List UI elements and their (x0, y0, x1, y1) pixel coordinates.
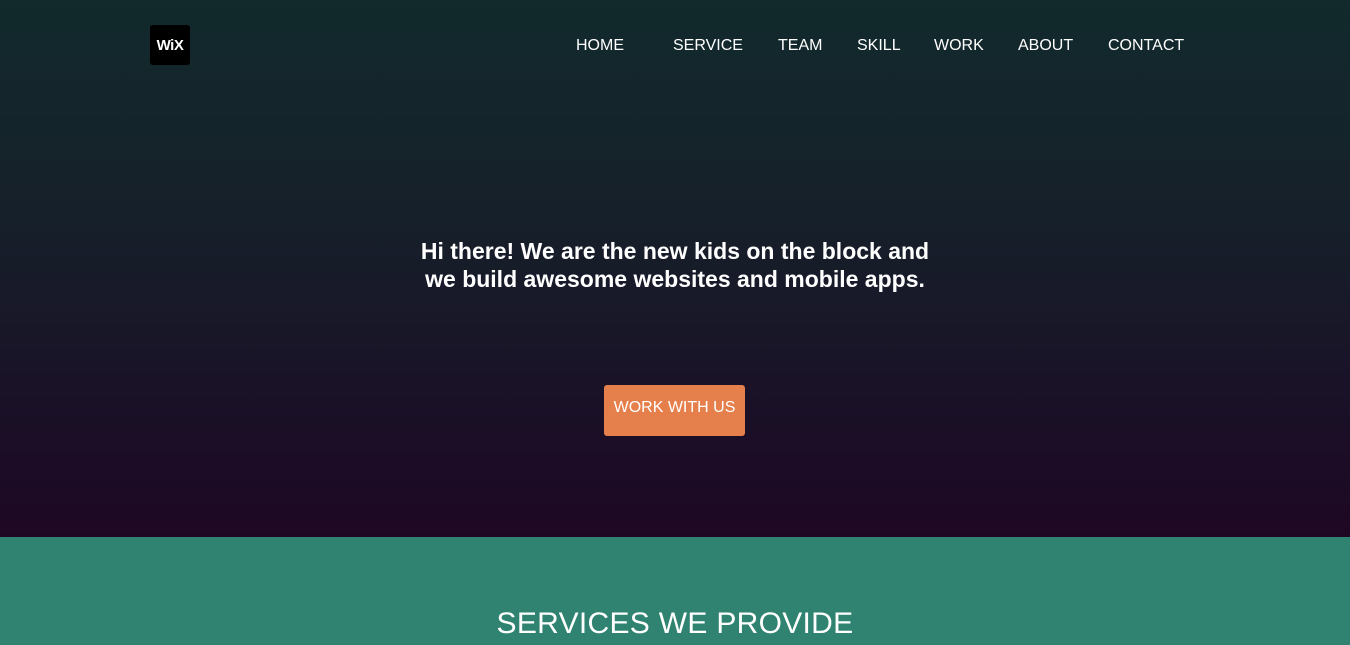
nav-item-skill[interactable]: SKILL (857, 37, 901, 55)
services-section: SERVICES WE PROVIDE (0, 537, 1350, 645)
hero-section: WiX HOME SERVICE TEAM SKILL WORK ABOUT C… (0, 0, 1350, 537)
main-nav: HOME SERVICE TEAM SKILL WORK ABOUT CONTA… (0, 37, 1350, 57)
nav-item-contact[interactable]: CONTACT (1108, 37, 1184, 55)
services-title: SERVICES WE PROVIDE (496, 607, 854, 640)
nav-item-about[interactable]: ABOUT (1018, 37, 1073, 55)
nav-item-service[interactable]: SERVICE (673, 37, 743, 55)
work-with-us-button[interactable]: WORK WITH US (604, 385, 745, 436)
nav-item-home[interactable]: HOME (576, 37, 624, 55)
nav-item-team[interactable]: TEAM (778, 37, 822, 55)
nav-item-work[interactable]: WORK (934, 37, 984, 55)
hero-headline: Hi there! We are the new kids on the blo… (420, 238, 930, 292)
